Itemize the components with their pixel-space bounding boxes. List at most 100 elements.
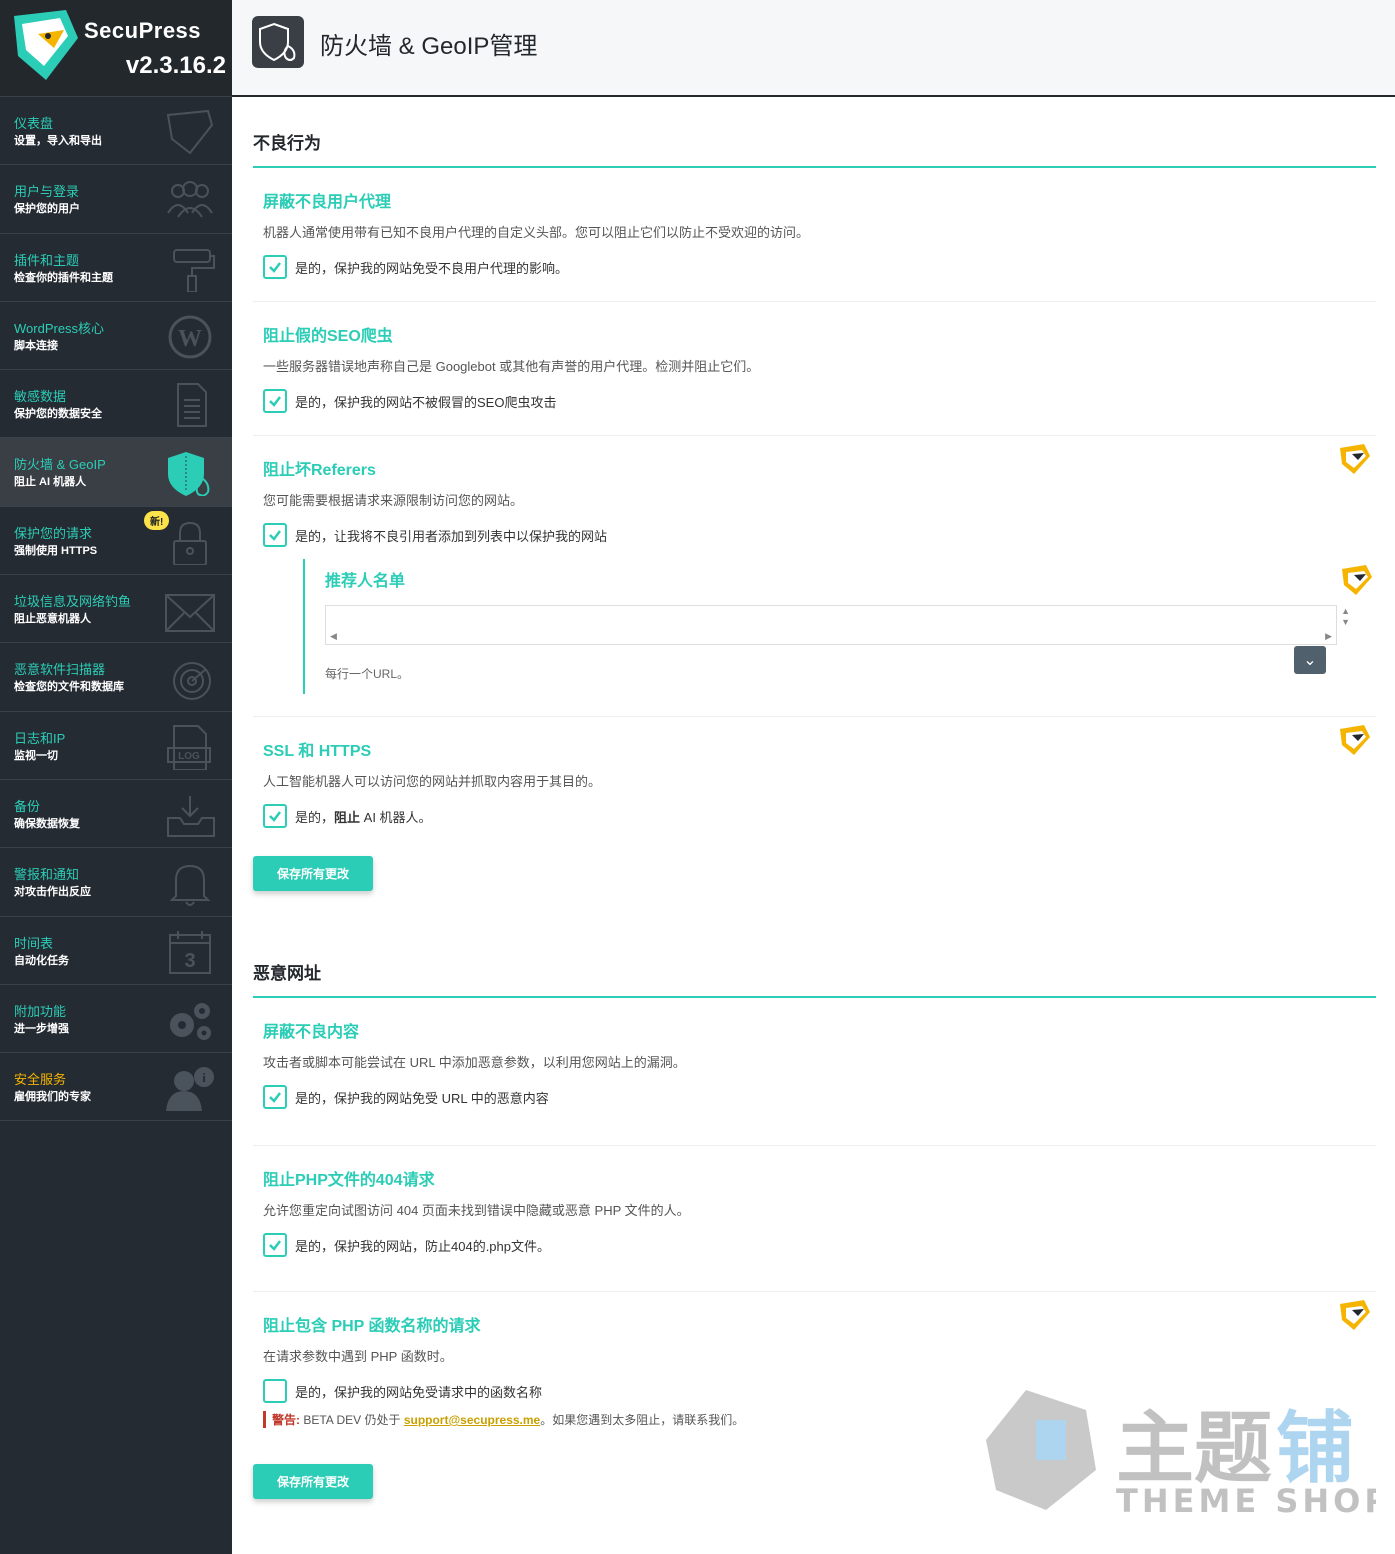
lock-icon [164,519,216,566]
firewall-shield-icon [252,16,304,68]
checkbox-checked[interactable] [263,804,287,828]
checkbox-checked[interactable] [263,1085,287,1109]
scroll-right-icon[interactable]: ▶ [1325,631,1332,642]
block-desc: 在请求参数中遇到 PHP 函数时。 [263,1349,453,1364]
nav-alerts[interactable]: 警报和通知 对攻击作出反应 [0,848,232,917]
nav-spam[interactable]: 垃圾信息及网络钓鱼 阻止恶意机器人 [0,575,232,644]
nav-addons[interactable]: 附加功能 进一步增强 [0,985,232,1054]
page-header: 防火墙 & GeoIP管理 [232,0,1395,97]
envelope-icon [164,587,216,633]
checkbox-row[interactable]: 是的，保护我的网站免受不良用户代理的影响。 [263,255,1366,279]
block-desc: 一些服务器错误地声称自己是 Googlebot 或其他有声誉的用户代理。检测并阻… [263,359,760,374]
svg-text:LOG: LOG [178,751,200,762]
block-fake-seo-bots: 阻止假的SEO爬虫 一些服务器错误地声称自己是 Googlebot 或其他有声誉… [253,302,1376,436]
block-bad-contents: 屏蔽不良内容 攻击者或脚本可能尝试在 URL 中添加恶意参数，以利用您网站上的漏… [253,998,1376,1146]
secupress-logo-icon [14,10,78,80]
sidebar: SecuPress v2.3.16.2 仪表盘 设置，导入和导出 用户与登录 保… [0,0,232,1554]
block-desc: 您可能需要根据请求来源限制访问您的网站。 [263,493,524,508]
save-button[interactable]: 保存所有更改 [253,856,374,891]
checkmark-icon [269,530,281,541]
checkbox-row[interactable]: 是的，让我将不良引用者添加到列表中以保护我的网站 [263,523,1366,547]
inbox-download-icon [164,792,216,838]
section-bad-behaviour: 不良行为 屏蔽不良用户代理 机器人通常使用带有已知不良用户代理的自定义头部。您可… [253,129,1376,891]
theme-shop-logo-icon: 主题 铺 THEME SHOP [986,1390,1388,1520]
log-icon: LOG [164,724,216,771]
block-bad-referers: 阻止坏Referers 您可能需要根据请求来源限制访问您的网站。 是的，让我将不… [253,436,1376,717]
main-content: 不良行为 屏蔽不良用户代理 机器人通常使用带有已知不良用户代理的自定义头部。您可… [253,97,1376,1499]
checkbox-checked[interactable] [263,255,287,279]
nav-wordpress[interactable]: WordPress核心 脚本连接 W [0,302,232,371]
scroll-left-icon[interactable]: ◀ [330,631,337,642]
expand-button[interactable]: ⌄ [1294,646,1326,674]
checkmark-icon [269,1240,281,1251]
block-title: 阻止包含 PHP 函数名称的请求 [263,1318,481,1335]
checkbox-row[interactable]: 是的，保护我的网站不被假冒的SEO爬虫攻击 [263,389,1366,413]
pro-eagle-icon [1340,1300,1370,1330]
nav-users[interactable]: 用户与登录 保护您的用户 [0,165,232,234]
block-ai-bots: SSL 和 HTTPS 人工智能机器人可以访问您的网站并抓取内容用于其目的。 是… [253,717,1376,850]
expert-icon: i [164,1065,216,1112]
block-404-php: 阻止PHP文件的404请求 允许您重定向试图访问 404 页面未找到错误中隐藏或… [253,1146,1376,1292]
document-icon [164,382,216,428]
svg-text:铺: 铺 [1276,1404,1354,1494]
svg-text:主题: 主题 [1116,1404,1272,1494]
checkmark-icon [269,396,281,407]
block-title: SSL 和 HTTPS [263,743,372,760]
nav-logs[interactable]: 日志和IP 监视一切 LOG [0,712,232,780]
users-icon [164,177,216,223]
nav-malware[interactable]: 恶意软件扫描器 检查您的文件和数据库 [0,643,232,712]
checkbox-checked[interactable] [263,1233,287,1257]
checkbox-label: 是的，保护我的网站免受 URL 中的恶意内容 [295,1090,549,1106]
block-title: 屏蔽不良用户代理 [263,194,392,211]
svg-text:W: W [178,326,202,352]
radar-icon [164,655,216,701]
warning-label: 警告: [272,1413,300,1427]
brand-version: v2.3.16.2 [125,52,226,79]
block-bad-user-agents: 屏蔽不良用户代理 机器人通常使用带有已知不良用户代理的自定义头部。您可以阻止它们… [253,168,1376,302]
svg-text:i: i [202,1070,206,1085]
checkbox-unchecked[interactable] [263,1379,287,1403]
referers-list-subsection: 推荐人名单 ◀ ▶ ▲ ▼ 每行一个URL。 ⌄ [303,559,1372,694]
nav-sensitive-data[interactable]: 敏感数据 保护您的数据安全 [0,370,232,439]
pro-eagle-icon [1340,444,1370,474]
calendar-icon: 3 [164,929,216,975]
textarea-hint: 每行一个URL。 [325,667,410,681]
checkmark-icon [269,262,281,273]
block-title: 阻止坏Referers [263,462,376,479]
nav-backups[interactable]: 备份 确保数据恢复 [0,780,232,849]
checkmark-icon [269,1092,281,1103]
bell-icon [164,860,216,907]
checkbox-label: 是的，保护我的网站不被假冒的SEO爬虫攻击 [295,394,557,410]
checkmark-icon [269,811,281,822]
checkbox-label: 是的，保护我的网站免受请求中的函数名称 [295,1384,543,1400]
checkbox-row[interactable]: 是的，保护我的网站免受 URL 中的恶意内容 [263,1085,1366,1109]
checkbox-row[interactable]: 是的，保护我的网站，防止404的.php文件。 [263,1233,1366,1257]
nav-plugins[interactable]: 插件和主题 检查你的插件和主题 [0,234,232,302]
subsection-title: 推荐人名单 [325,573,406,590]
nav-schedules[interactable]: 时间表 自动化任务 3 [0,917,232,985]
support-email-link[interactable]: support@secupress.me [404,1413,540,1427]
block-desc: 机器人通常使用带有已知不良用户代理的自定义头部。您可以阻止它们以防止不受欢迎的访… [263,225,810,240]
checkbox-checked[interactable] [263,389,287,413]
checkbox-label: 是的，保护我的网站免受不良用户代理的影响。 [295,260,569,276]
nav-services[interactable]: 安全服务 雇佣我们的专家 i [0,1053,232,1122]
nav-requests[interactable]: 新! 保护您的请求 强制使用 HTTPS [0,507,232,576]
block-desc: 攻击者或脚本可能尝试在 URL 中添加恶意参数，以利用您网站上的漏洞。 [263,1055,686,1070]
block-title: 屏蔽不良内容 [263,1024,360,1041]
firewall-shield-icon [164,450,216,498]
nav-dashboard[interactable]: 仪表盘 设置，导入和导出 [0,97,232,166]
block-desc: 人工智能机器人可以访问您的网站并抓取内容用于其目的。 [263,774,602,789]
checkbox-checked[interactable] [263,523,287,547]
brand[interactable]: SecuPress v2.3.16.2 [0,0,232,97]
section-title: 不良行为 [253,129,1376,168]
scroll-updown-icon[interactable]: ▲ ▼ [1341,606,1350,628]
nav-firewall[interactable]: 防火墙 & GeoIP 阻止 AI 机器人 [0,438,232,507]
svg-text:3: 3 [184,950,195,972]
save-button[interactable]: 保存所有更改 [253,1464,374,1499]
checkbox-label: 是的，让我将不良引用者添加到列表中以保护我的网站 [295,528,608,544]
paint-roller-icon [164,246,216,293]
referers-textarea[interactable]: ◀ ▶ ▲ ▼ [325,605,1350,645]
checkbox-row[interactable]: 是的，阻止 AI 机器人。 [263,804,1366,828]
chevron-down-icon: ⌄ [1303,652,1317,669]
checkbox-label: 是的，保护我的网站，防止404的.php文件。 [295,1238,550,1254]
